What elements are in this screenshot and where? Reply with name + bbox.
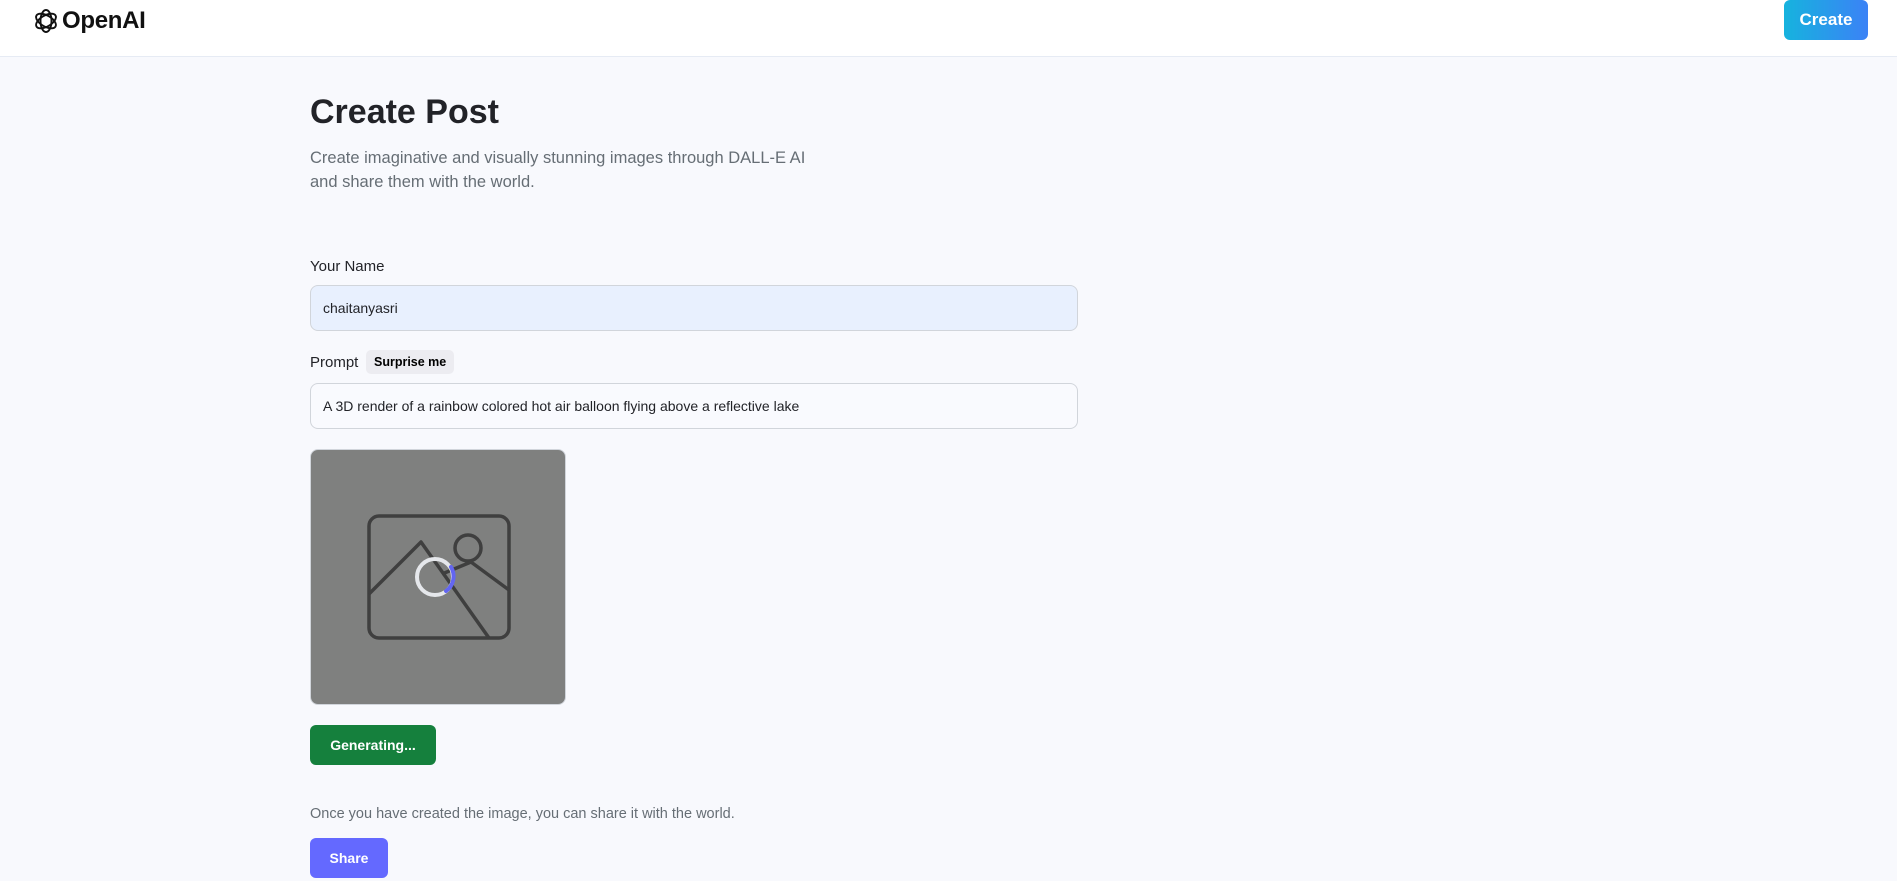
create-button[interactable]: Create (1784, 0, 1868, 40)
openai-logo-icon (35, 9, 57, 33)
share-description: Once you have created the image, you can… (310, 806, 735, 822)
logo-text: OpenAI (62, 7, 146, 34)
page-title: Create Post (310, 93, 499, 131)
generate-button[interactable]: Generating... (310, 725, 436, 765)
share-button[interactable]: Share (310, 838, 388, 878)
openai-logo[interactable]: OpenAI (32, 6, 146, 36)
prompt-label: Prompt (310, 354, 359, 371)
name-label: Your Name (310, 258, 385, 275)
surprise-me-button[interactable]: Surprise me (366, 350, 455, 374)
prompt-input[interactable]: A 3D render of a rainbow colored hot air… (310, 383, 1078, 429)
page-subtitle: Create imaginative and visually stunning… (310, 149, 806, 191)
image-preview (310, 449, 566, 705)
name-input[interactable]: chaitanyasri (310, 285, 1078, 331)
loading-spinner-icon (415, 557, 456, 597)
top-header: OpenAI Create (0, 0, 1897, 57)
